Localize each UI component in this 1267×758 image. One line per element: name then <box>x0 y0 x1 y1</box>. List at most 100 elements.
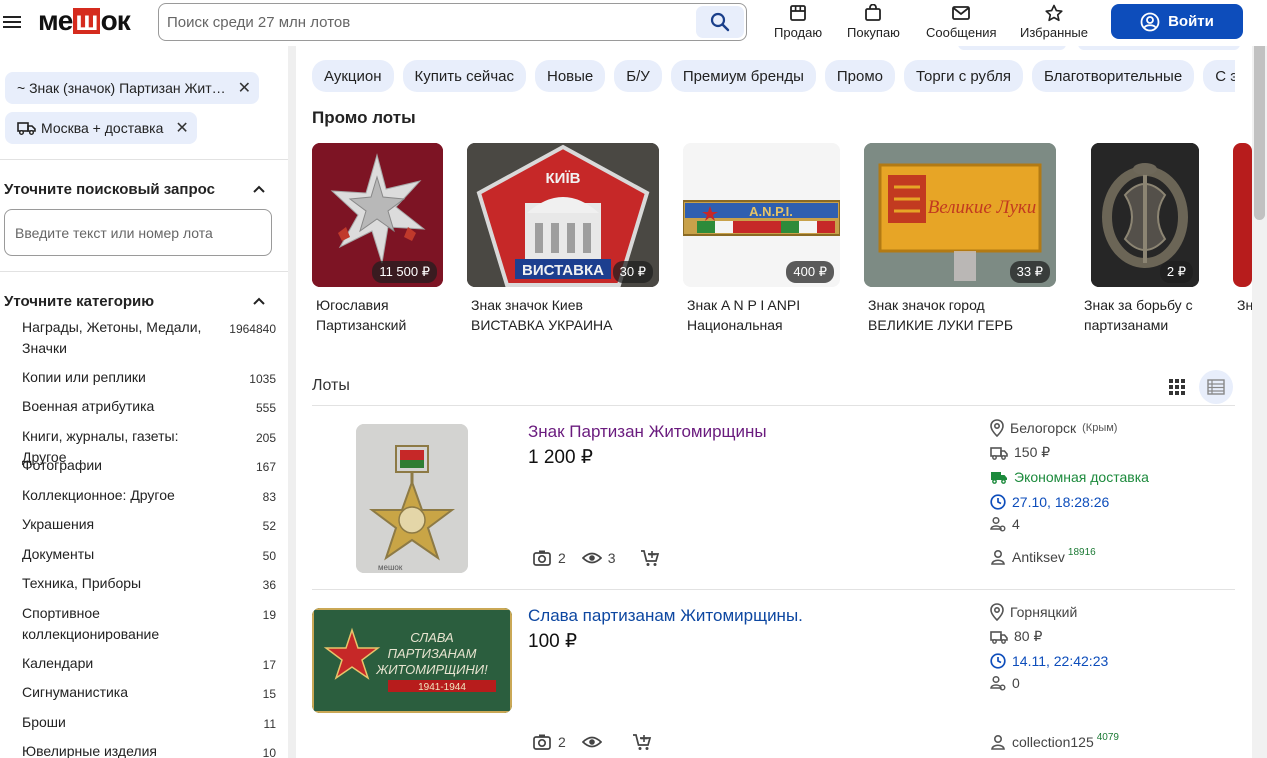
photo-count: 2 <box>558 734 566 750</box>
bid-count: 4 <box>1012 516 1020 532</box>
promo-image[interactable]: 11 500 ₽ <box>312 143 443 287</box>
view-count: 3 <box>607 550 616 566</box>
divider <box>0 271 288 272</box>
promo-item-title: Югославия Партизанский <box>316 297 407 333</box>
promo-card[interactable]: A.N.P.I. 400 ₽ Знак A N P I ANPI Национал… <box>683 143 840 335</box>
image-text: Великие Луки <box>928 197 1037 218</box>
truck-icon <box>990 630 1008 644</box>
sidebar-gutter <box>288 46 296 758</box>
location-region: (Крым) <box>1082 422 1118 434</box>
filter-premium-brands[interactable]: Премиум бренды <box>670 60 816 92</box>
chevron-up-icon[interactable] <box>252 296 266 306</box>
category-item[interactable]: Копии или реплики 1035 <box>22 367 276 390</box>
search-input[interactable] <box>167 11 687 33</box>
promo-image[interactable] <box>1233 143 1252 287</box>
bidders-icon <box>990 675 1006 691</box>
category-item[interactable]: Украшения 52 <box>22 514 276 537</box>
promo-image[interactable]: A.N.P.I. 400 ₽ <box>683 143 840 287</box>
promo-image[interactable]: Великие Луки 33 ₽ <box>864 143 1056 287</box>
category-item[interactable]: Документы 50 <box>22 544 276 567</box>
grid-icon <box>1168 378 1186 396</box>
grid-view-button[interactable] <box>1160 370 1194 404</box>
lot-title[interactable]: Знак Партизан Житомирщины <box>528 422 767 442</box>
image-text: СЛАВА <box>410 630 453 645</box>
category-item[interactable]: Спортивное коллекционирование 19 <box>22 603 276 645</box>
category-item[interactable]: Фотографии 167 <box>22 455 276 478</box>
photo-count: 2 <box>558 550 566 566</box>
shipping-cost: 80 ₽ <box>1014 628 1043 644</box>
category-item[interactable]: Броши 11 <box>22 712 276 735</box>
category-item[interactable]: Ювелирные изделия 10 <box>22 741 276 758</box>
nav-favorites[interactable]: Избранные <box>1020 4 1088 42</box>
promo-card[interactable]: 2 ₽ Знак за борьбу с партизанами <box>1080 143 1208 335</box>
user-circle-icon <box>1140 12 1160 32</box>
close-icon[interactable]: ✕ <box>175 118 188 138</box>
category-item[interactable]: Сигнуманистика 15 <box>22 682 276 705</box>
image-text: ПАРТИЗАНАМ <box>388 646 477 661</box>
envelope-icon <box>951 4 971 25</box>
filter-new[interactable]: Новые <box>534 60 606 92</box>
promo-card[interactable]: 11 500 ₽ Югославия Партизанский <box>312 143 443 335</box>
filter-auction[interactable]: Аукцион <box>312 60 394 92</box>
filter-charity[interactable]: Благотворительные <box>1032 60 1195 92</box>
seller-name[interactable]: collection125 <box>1012 734 1094 750</box>
nav-buy[interactable]: Покупаю <box>847 4 900 42</box>
nav-messages[interactable]: Сообщения <box>926 4 997 42</box>
category-item[interactable]: Коллекционное: Другое 83 <box>22 485 276 508</box>
promo-price: 30 ₽ <box>612 261 653 283</box>
lot-title[interactable]: Слава партизанам Житомирщины. <box>528 606 803 626</box>
filter-promo[interactable]: Промо <box>824 60 895 92</box>
list-view-button[interactable] <box>1199 370 1233 404</box>
filter-used[interactable]: Б/У <box>614 60 662 92</box>
store-icon <box>788 4 808 25</box>
promo-image[interactable]: КИЇВ ВИСТАВКА 30 ₽ <box>467 143 659 287</box>
menu-icon[interactable] <box>2 12 22 32</box>
category-item[interactable]: Военная атрибутика 555 <box>22 396 276 419</box>
lot-price: 1 200 ₽ <box>528 447 593 468</box>
nav-sell[interactable]: Продаю <box>774 4 822 42</box>
seller-name[interactable]: Antiksev <box>1012 549 1065 565</box>
image-text: A.N.P.I. <box>749 204 793 219</box>
add-to-cart-icon[interactable] <box>632 733 652 751</box>
image-text: ВИСТАВКА <box>522 262 604 279</box>
promo-card[interactable]: Зн <box>1233 143 1252 315</box>
active-filter-chip-location[interactable]: Москва + доставка ✕ <box>5 112 197 144</box>
end-time: 14.11, 22:42:23 <box>1012 653 1109 669</box>
promo-item-title: Зн <box>1237 297 1252 313</box>
filter-from-one-ruble[interactable]: Торги с рубля <box>904 60 1023 92</box>
chip-label: ~ Знак (значок) Партизан Жит… <box>17 80 226 96</box>
eye-icon <box>581 734 602 750</box>
filter-more[interactable]: С экс <box>1203 60 1235 92</box>
chevron-up-icon[interactable] <box>252 184 266 194</box>
category-item[interactable]: Награды, Жетоны, Медали, Значки 1964840 <box>22 317 276 359</box>
active-filter-chip-query[interactable]: ~ Знак (значок) Партизан Жит… ✕ <box>5 72 260 104</box>
lot-image[interactable]: СЛАВА ПАРТИЗАНАМ ЖИТОМИРЩИНИ! 1941-1944 <box>312 608 512 713</box>
lot-image[interactable]: мешок <box>356 424 468 573</box>
category-item[interactable]: Техника, Приборы 36 <box>22 573 276 596</box>
list-icon <box>1207 379 1225 395</box>
scrollbar-thumb[interactable] <box>1254 20 1265 220</box>
refine-query-title: Уточните поисковый запрос <box>4 181 215 198</box>
clock-icon <box>990 494 1006 510</box>
partisan-star-medal: мешок <box>356 424 468 573</box>
lot-stats: 2 3 <box>532 549 660 567</box>
search-button[interactable] <box>696 6 744 38</box>
login-button[interactable]: Войти <box>1111 4 1243 39</box>
filter-buy-now[interactable]: Купить сейчас <box>402 60 526 92</box>
lots-title: Лоты <box>312 377 350 394</box>
promo-image[interactable]: 2 ₽ <box>1091 143 1199 287</box>
refine-query-input[interactable] <box>4 209 272 256</box>
logo[interactable]: ме ш ок <box>38 6 131 36</box>
add-to-cart-icon[interactable] <box>640 549 660 567</box>
sidebar: ~ Знак (значок) Партизан Жит… ✕ Москва +… <box>0 56 288 758</box>
lot-seller[interactable]: collection125 4079 <box>990 732 1119 750</box>
promo-card[interactable]: Великие Луки 33 ₽ Знак значок город ВЕЛИК… <box>864 143 1056 335</box>
page-scrollbar[interactable] <box>1252 0 1267 758</box>
promo-price: 400 ₽ <box>786 261 834 283</box>
lot-seller[interactable]: Antiksev 18916 <box>990 547 1096 565</box>
eco-delivery-label: Экономная доставка <box>1014 469 1149 485</box>
image-text: КИЇВ <box>546 170 581 187</box>
close-icon[interactable]: ✕ <box>238 78 251 98</box>
category-item[interactable]: Календари 17 <box>22 653 276 676</box>
promo-card[interactable]: КИЇВ ВИСТАВКА 30 ₽ Знак значок Киев ВИСТА… <box>467 143 659 335</box>
